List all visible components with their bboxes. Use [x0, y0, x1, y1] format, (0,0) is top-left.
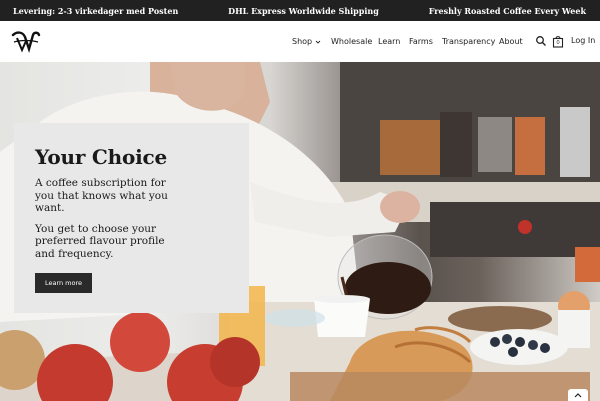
- main-nav: Shop Wholesale Learn Farms Transparency …: [292, 21, 523, 62]
- scroll-top-button[interactable]: [568, 389, 588, 401]
- hero-paragraph-1: A coffee subscription for you that knows…: [35, 177, 168, 214]
- hero-card: Your Choice A coffee subscription for yo…: [14, 123, 249, 313]
- hero-banner: Your Choice A coffee subscription for yo…: [0, 62, 600, 401]
- chevron-down-icon: [315, 40, 321, 44]
- hero-title: Your Choice: [35, 145, 168, 169]
- nav-about[interactable]: About: [499, 37, 523, 46]
- announcement-left: Levering: 2-3 virkedager med Posten: [13, 5, 179, 16]
- chevron-up-icon: [574, 393, 582, 398]
- cart-count: 0: [556, 39, 560, 46]
- announcement-bar: Levering: 2-3 virkedager med Posten DHL …: [0, 0, 600, 21]
- nav-transparency-label: Transparency: [442, 37, 496, 46]
- nav-farms[interactable]: Farms: [409, 37, 442, 46]
- nav-wholesale[interactable]: Wholesale: [331, 37, 378, 46]
- nav-learn-label: Learn: [378, 37, 401, 46]
- brand-logo-icon[interactable]: [11, 29, 41, 53]
- site-header: Shop Wholesale Learn Farms Transparency …: [0, 21, 600, 62]
- search-icon[interactable]: [535, 35, 547, 47]
- nav-learn[interactable]: Learn: [378, 37, 409, 46]
- nav-about-label: About: [499, 37, 523, 46]
- nav-wholesale-label: Wholesale: [331, 37, 373, 46]
- announcement-center: DHL Express Worldwide Shipping: [228, 5, 379, 16]
- nav-transparency[interactable]: Transparency: [442, 37, 499, 46]
- announcement-right: Freshly Roasted Coffee Every Week: [428, 5, 586, 16]
- nav-farms-label: Farms: [409, 37, 433, 46]
- login-link[interactable]: Log In: [571, 36, 595, 45]
- nav-shop-label: Shop: [292, 37, 313, 46]
- learn-more-button[interactable]: Learn more: [35, 273, 92, 293]
- hero-paragraph-2: You get to choose your preferred flavour…: [35, 222, 165, 260]
- nav-shop[interactable]: Shop: [292, 37, 328, 46]
- cart-button[interactable]: 0: [552, 35, 564, 48]
